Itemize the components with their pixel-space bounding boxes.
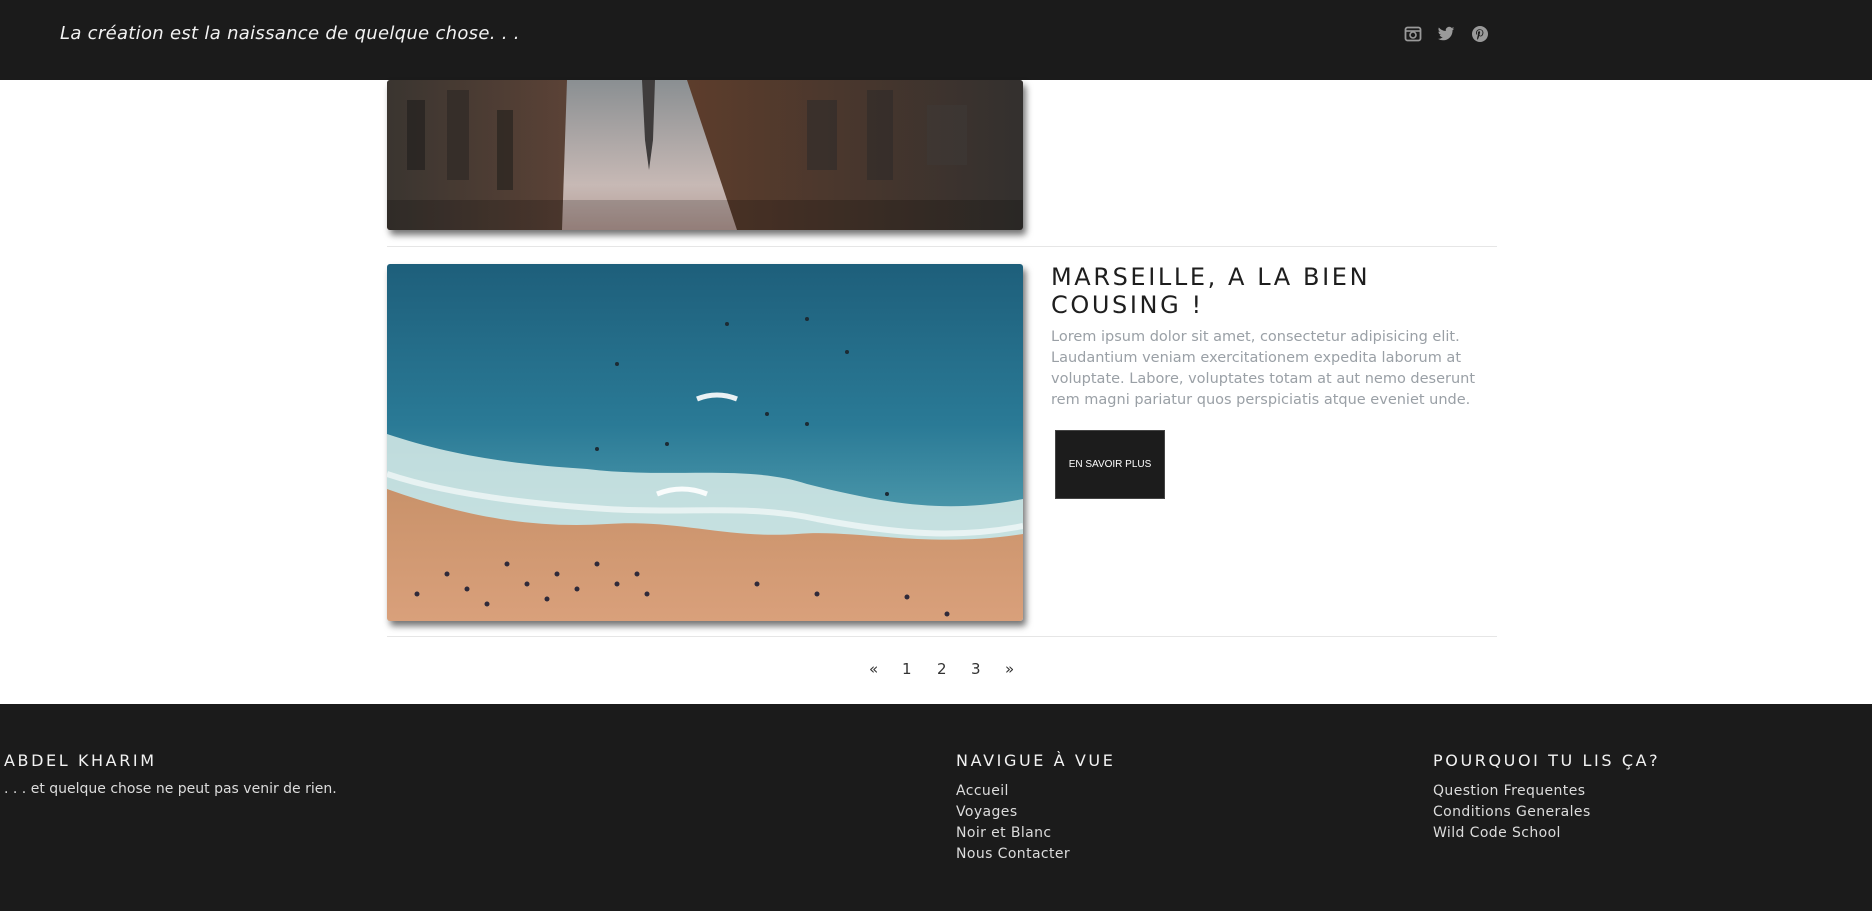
footer-why-heading: POURQUOI TU LIS ÇA? bbox=[1433, 751, 1661, 770]
read-more-button[interactable]: EN SAVOIR PLUS bbox=[1055, 430, 1165, 499]
footer-link-faq[interactable]: Question Frequentes bbox=[1433, 781, 1591, 802]
footer-link-noir-et-blanc[interactable]: Noir et Blanc bbox=[956, 823, 1070, 844]
post-excerpt: Lorem ipsum dolor sit amet, consectetur … bbox=[1051, 329, 1476, 408]
post-divider bbox=[387, 636, 1497, 637]
footer-link-conditions[interactable]: Conditions Generales bbox=[1433, 802, 1591, 823]
footer-link-nous-contacter[interactable]: Nous Contacter bbox=[956, 844, 1070, 865]
footer-link-accueil[interactable]: Accueil bbox=[956, 781, 1070, 802]
twitter-icon[interactable] bbox=[1436, 24, 1456, 44]
pagination-prev[interactable]: « bbox=[869, 660, 878, 678]
footer-link-voyages[interactable]: Voyages bbox=[956, 802, 1070, 823]
footer-link-wild-code-school[interactable]: Wild Code School bbox=[1433, 823, 1591, 844]
pagination-page-2[interactable]: 2 bbox=[937, 660, 947, 678]
footer-about-text: . . . et quelque chose ne peut pas venir… bbox=[4, 781, 337, 797]
top-bar: La création est la naissance de quelque … bbox=[0, 0, 1872, 80]
pagination-next[interactable]: » bbox=[1005, 660, 1014, 678]
pinterest-icon[interactable] bbox=[1470, 24, 1490, 44]
instagram-icon[interactable] bbox=[1403, 24, 1423, 44]
post-image-street-reflection[interactable] bbox=[387, 80, 1023, 230]
post-divider bbox=[387, 246, 1497, 247]
post-image-marseille-beach[interactable] bbox=[387, 264, 1023, 621]
footer-nav-links: Accueil Voyages Noir et Blanc Nous Conta… bbox=[956, 781, 1070, 865]
post-title[interactable]: MARSEILLE, A LA BIEN COUSING ! bbox=[1051, 263, 1471, 319]
pagination-page-1[interactable]: 1 bbox=[902, 660, 912, 678]
footer-why-links: Question Frequentes Conditions Generales… bbox=[1433, 781, 1591, 844]
site-tagline: La création est la naissance de quelque … bbox=[60, 23, 520, 44]
pagination-page-3[interactable]: 3 bbox=[971, 660, 981, 678]
footer: ABDEL KHARIM . . . et quelque chose ne p… bbox=[0, 704, 1872, 911]
footer-nav-heading: NAVIGUE À VUE bbox=[956, 751, 1116, 770]
footer-about-heading: ABDEL KHARIM bbox=[4, 751, 157, 770]
